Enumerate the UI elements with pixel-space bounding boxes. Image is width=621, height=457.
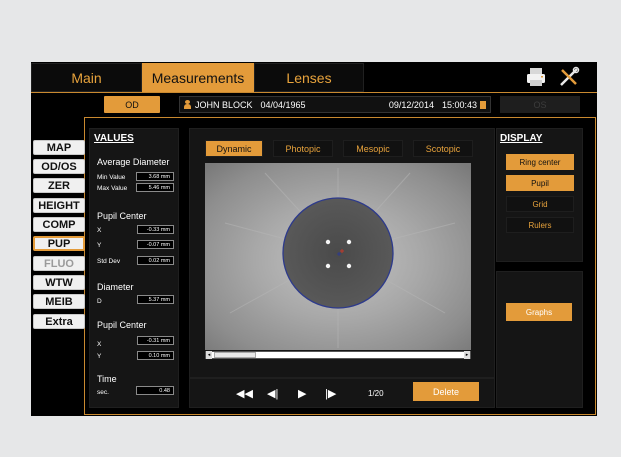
time-sec-field: 0.48 — [136, 386, 174, 395]
pupil-circle — [282, 197, 394, 309]
rulers-toggle[interactable]: Rulers — [506, 217, 574, 233]
values-title: VALUES — [94, 133, 134, 144]
pupil2-x-label: X — [97, 341, 102, 348]
tab-main[interactable]: Main — [31, 63, 142, 92]
tab-scotopic[interactable]: Scotopic — [413, 140, 473, 157]
min-value-field: 3.68 mm — [136, 172, 174, 181]
graphs-panel — [496, 271, 583, 408]
diameter-d-field: 5.37 mm — [137, 295, 174, 304]
time-label: Time — [97, 374, 117, 384]
std-dev-field: 0.02 mm — [137, 256, 174, 265]
user-icon — [184, 100, 191, 109]
pupil-x-field: -0.33 mm — [137, 225, 174, 234]
printer-icon[interactable] — [525, 66, 547, 88]
play-button[interactable]: ▶ — [298, 387, 306, 400]
display-panel — [496, 128, 583, 262]
patient-dob: 04/04/1965 — [260, 99, 306, 110]
menu-odos[interactable]: OD/OS — [33, 159, 85, 174]
pupil2-y-label: Y — [97, 353, 102, 360]
menu-extra[interactable]: Extra — [33, 314, 85, 329]
pupil-x-label: X — [97, 227, 102, 234]
std-dev-label: Std Dev — [97, 258, 121, 265]
frame-counter: 1/20 — [368, 389, 384, 398]
pupil2-y-field: 0.10 mm — [137, 351, 174, 360]
tab-mesopic[interactable]: Mesopic — [343, 140, 403, 157]
menu-comp[interactable]: COMP — [33, 217, 85, 232]
delete-button[interactable]: Delete — [413, 382, 479, 401]
prev-frame-button[interactable]: ◀| — [267, 387, 278, 400]
menu-zer[interactable]: ZER — [33, 178, 85, 193]
menu-wtw[interactable]: WTW — [33, 275, 85, 290]
diameter-label: Diameter — [97, 282, 134, 292]
menu-height[interactable]: HEIGHT — [33, 198, 85, 213]
od-button[interactable]: OD — [104, 96, 160, 113]
scroll-right-arrow[interactable]: ▸ — [464, 351, 470, 359]
pupil-y-field: -0.07 mm — [137, 240, 174, 249]
time-sec-label: sec. — [97, 389, 109, 396]
max-value-field: 5.46 mm — [136, 183, 174, 192]
first-frame-button[interactable]: ◀◀ — [236, 387, 253, 400]
values-panel — [89, 128, 179, 408]
menu-meib[interactable]: MEIB — [33, 294, 85, 309]
menu-fluo[interactable]: FLUO — [33, 256, 85, 271]
tab-underline — [31, 92, 597, 93]
pupil-y-label: Y — [97, 242, 102, 249]
grid-toggle[interactable]: Grid — [506, 196, 574, 212]
graphs-button[interactable]: Graphs — [506, 303, 572, 321]
pupil2-x-field: -0.31 mm — [137, 336, 174, 345]
average-diameter-label: Average Diameter — [97, 157, 170, 167]
menu-pup[interactable]: PUP — [33, 236, 85, 251]
exam-time: 15:00:43 — [441, 99, 477, 110]
menu-map[interactable]: MAP — [33, 140, 85, 155]
min-value-label: Min Value — [97, 174, 126, 181]
tools-icon[interactable] — [558, 66, 580, 88]
pupil-center-label: Pupil Center — [97, 211, 147, 221]
tab-lenses[interactable]: Lenses — [254, 63, 364, 92]
max-value-label: Max Value — [97, 185, 128, 192]
scroll-left-arrow[interactable]: ◂ — [206, 351, 212, 359]
frame-scrollbar[interactable]: ◂ ▸ — [205, 351, 471, 359]
patient-name: JOHN BLOCK — [195, 99, 253, 110]
next-frame-button[interactable]: |▶ — [325, 387, 336, 400]
scroll-thumb[interactable] — [214, 352, 256, 358]
eye-image — [205, 163, 471, 350]
pupil-toggle[interactable]: Pupil — [506, 175, 574, 191]
os-button[interactable]: OS — [500, 96, 580, 113]
diameter-d-label: D — [97, 298, 102, 305]
tab-measurements[interactable]: Measurements — [142, 63, 254, 92]
exam-date: 09/12/2014 — [388, 99, 434, 110]
display-title: DISPLAY — [500, 133, 543, 144]
calendar-icon[interactable] — [480, 100, 486, 109]
pupil-center2-label: Pupil Center — [97, 320, 147, 330]
tab-dynamic[interactable]: Dynamic — [205, 140, 263, 157]
tab-photopic[interactable]: Photopic — [273, 140, 333, 157]
patient-info-bar: JOHN BLOCK 04/04/1965 09/12/2014 15:00:4… — [179, 96, 491, 113]
ring-center-toggle[interactable]: Ring center — [506, 154, 574, 170]
app-screen: Main Measurements Lenses OD JOHN BLOCK 0… — [31, 62, 597, 416]
